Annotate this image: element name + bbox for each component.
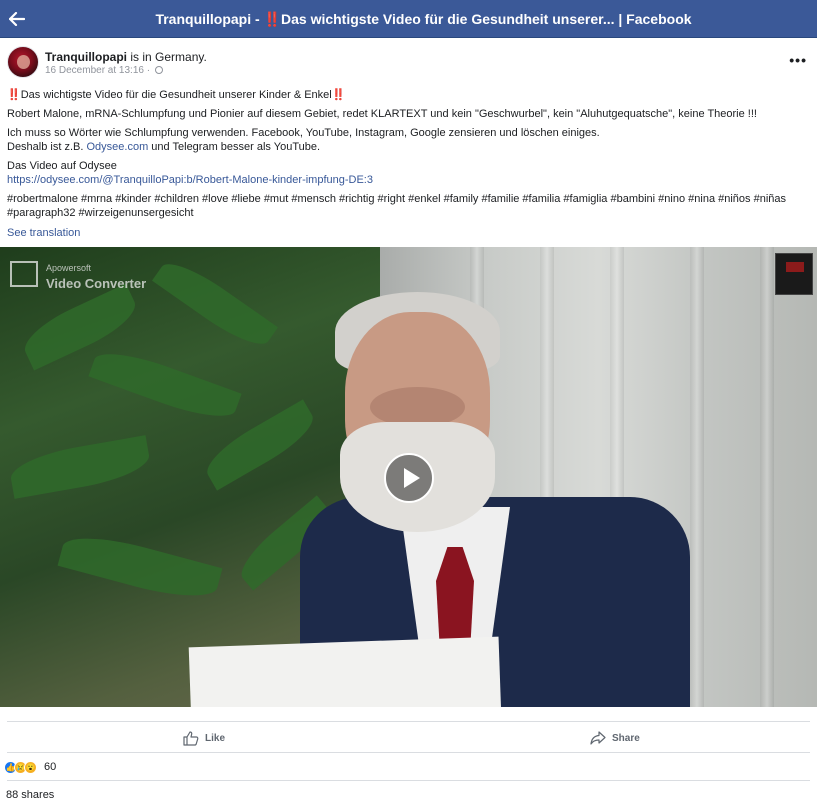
thumbs-up-icon (183, 730, 199, 746)
post-timestamp: 16 December at 13:16 · (45, 65, 163, 76)
more-options-button[interactable]: ••• (789, 52, 807, 68)
post-paragraph: Deshalb ist z.B. Odysee.com und Telegram… (7, 140, 812, 154)
hashtags: #paragraph32 #wirzeigenunsergesicht (7, 206, 812, 220)
like-label: Like (205, 732, 226, 744)
paragraph-text: Deshalb ist z.B. (7, 141, 87, 153)
share-arrow-icon (590, 731, 606, 745)
video-player[interactable]: Apowersoft Video Converter (0, 247, 817, 707)
watermark-product: Video Converter (46, 276, 147, 291)
play-icon (403, 468, 420, 488)
headline-text: Das wichtigste Video für die Gesundheit … (20, 89, 332, 101)
hashtag-list[interactable]: #robertmalone #mrna #kinder #children #l… (7, 193, 786, 205)
reaction-count: 60 (44, 761, 57, 773)
share-label: Share (612, 732, 640, 744)
post-headline: ‼️Das wichtigste Video für die Gesundhei… (7, 88, 812, 102)
channel-logo (775, 253, 813, 295)
shares-count[interactable]: 88 shares (6, 789, 54, 801)
hashtags: #robertmalone #mrna #kinder #children #l… (7, 192, 812, 206)
timestamp[interactable]: 16 December at 13:16 (45, 65, 144, 76)
post-paragraph: Ich muss so Wörter wie Schlumpfung verwe… (7, 127, 600, 139)
timestamp-separator: · (143, 65, 153, 76)
top-bar: Tranquillopapi - ‼️Das wichtigste Video … (0, 0, 817, 38)
odysee-link[interactable]: Odysee.com (86, 141, 148, 153)
double-exclamation-icon: ‼️ (7, 89, 21, 101)
wow-reaction-icon: 😮 (24, 760, 37, 774)
paragraph-text: und Telegram besser als YouTube. (148, 141, 321, 153)
see-translation-link[interactable]: See translation (7, 227, 80, 239)
hashtag-list[interactable]: #paragraph32 #wirzeigenunsergesicht (7, 207, 194, 219)
back-button[interactable] (6, 8, 28, 30)
avatar[interactable] (7, 46, 39, 78)
arrow-left-icon (9, 12, 25, 26)
watermark-brand: Apowersoft (46, 263, 92, 273)
page-title: Tranquillopapi - ‼️Das wichtigste Video … (155, 11, 692, 27)
post-body: ‼️Das wichtigste Video für die Gesundhei… (7, 88, 812, 220)
double-exclamation-icon: ‼️ (331, 89, 346, 101)
play-button[interactable] (384, 453, 434, 503)
post-paragraph: Robert Malone, mRNA-Schlumpfung und Pion… (7, 108, 757, 120)
watermark: Apowersoft Video Converter (10, 259, 146, 291)
share-button[interactable]: Share (590, 729, 640, 747)
author-name[interactable]: Tranquillopapi (45, 50, 127, 64)
video-url-link[interactable]: https://odysee.com/@TranquilloPapi:b/Rob… (7, 173, 812, 187)
post-paragraph: Das Video auf Odysee (7, 160, 117, 172)
divider (7, 780, 810, 781)
paper-sheet (188, 636, 502, 707)
author-line: Tranquillopapi is in Germany. (45, 50, 207, 64)
author-location: is in Germany. (127, 50, 207, 64)
divider (7, 752, 810, 753)
divider (7, 721, 810, 722)
reactions-summary[interactable]: 👍 😢 😮 60 (4, 759, 56, 775)
globe-icon (154, 66, 163, 74)
like-button[interactable]: Like (183, 729, 225, 747)
